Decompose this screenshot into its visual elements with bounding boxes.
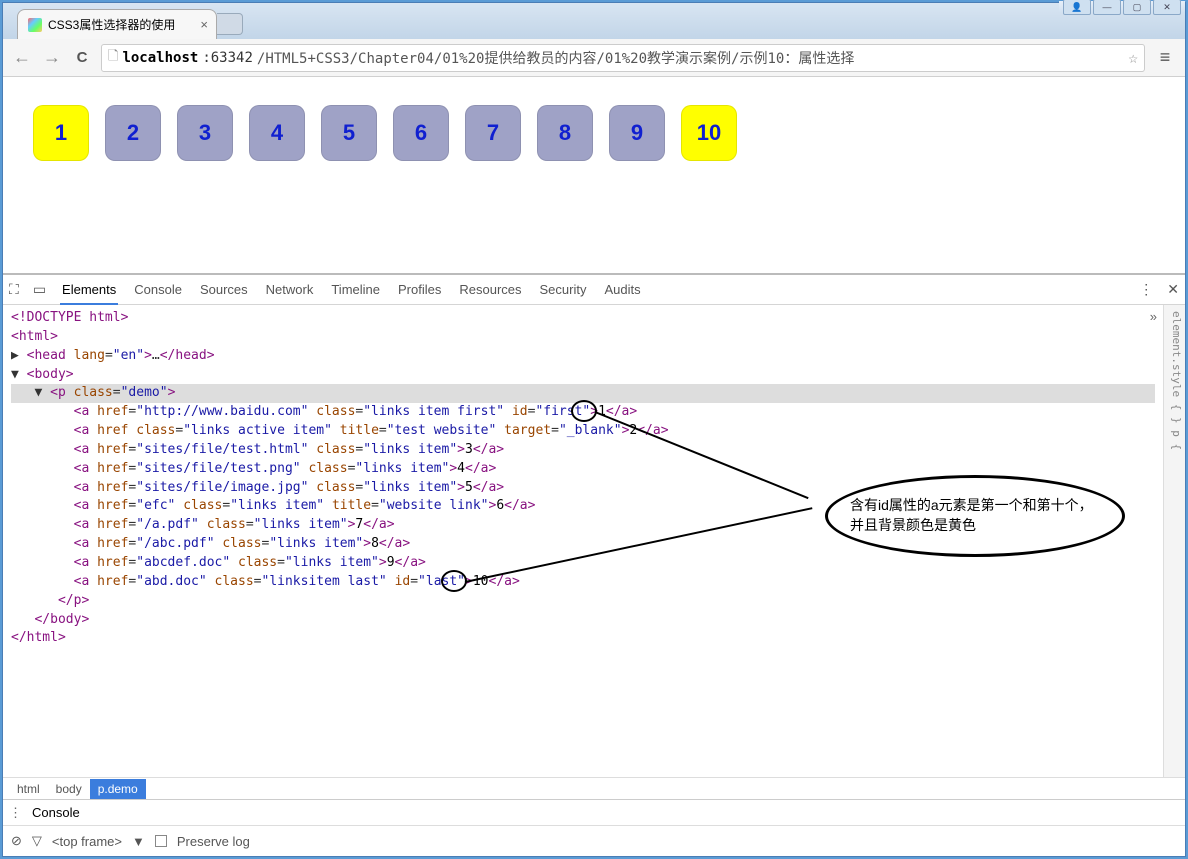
inspect-icon[interactable]: ⛶ bbox=[9, 281, 19, 298]
devtools-more-icon[interactable]: ⋮ bbox=[1139, 281, 1153, 298]
demo-box-3[interactable]: 3 bbox=[177, 105, 233, 161]
circle-mark-1 bbox=[571, 400, 597, 422]
filter-icon[interactable]: ▽ bbox=[32, 833, 42, 849]
menu-button[interactable]: ≡ bbox=[1153, 47, 1177, 68]
preserve-log-checkbox[interactable] bbox=[155, 835, 167, 847]
demo-box-1[interactable]: 1 bbox=[33, 105, 89, 161]
context-selector[interactable]: <top frame> bbox=[52, 834, 122, 849]
preserve-log-label: Preserve log bbox=[177, 834, 250, 849]
forward-button[interactable]: → bbox=[41, 47, 63, 68]
page-viewport: 123456789 10 bbox=[3, 77, 1185, 273]
devtools-tab-elements[interactable]: Elements bbox=[60, 276, 118, 305]
elements-tree[interactable]: <!DOCTYPE html> <html> ▶ <head lang="en"… bbox=[3, 305, 1163, 777]
reload-button[interactable]: C bbox=[71, 49, 93, 66]
demo-box-7[interactable]: 7 bbox=[465, 105, 521, 161]
tab-title: CSS3属性选择器的使用 bbox=[48, 16, 175, 33]
bookmark-star-icon[interactable]: ☆ bbox=[1128, 48, 1138, 67]
console-toolbar: ⊘ ▽ <top frame> ▼ Preserve log bbox=[3, 826, 1185, 856]
breadcrumb-body[interactable]: body bbox=[48, 779, 90, 799]
breadcrumb-bar: htmlbodyp.demo bbox=[3, 777, 1185, 799]
device-icon[interactable]: ▭ bbox=[33, 281, 46, 298]
window-titlebar: 👤 — ▢ ✕ bbox=[1059, 1, 1185, 13]
favicon-icon bbox=[28, 18, 42, 32]
new-tab-button[interactable] bbox=[217, 13, 243, 35]
breadcrumb-p-demo[interactable]: p.demo bbox=[90, 779, 146, 799]
demo-box-2[interactable]: 2 bbox=[105, 105, 161, 161]
devtools-close-icon[interactable]: ✕ bbox=[1167, 281, 1179, 298]
devtools-tab-sources[interactable]: Sources bbox=[198, 276, 250, 303]
address-bar[interactable]: 🗋 localhost:63342/HTML5+CSS3/Chapter04/0… bbox=[101, 44, 1145, 72]
clear-console-icon[interactable]: ⊘ bbox=[11, 833, 22, 849]
console-drawer: ⋮ Console ⊘ ▽ <top frame> ▼ Preserve log bbox=[3, 799, 1185, 856]
tab-strip: CSS3属性选择器的使用 × bbox=[3, 3, 1185, 39]
demo-boxes-row: 123456789 10 bbox=[33, 105, 1155, 161]
context-dropdown-icon[interactable]: ▼ bbox=[132, 834, 145, 849]
devtools-panel: ⛶ ▭ Elements Console Sources Network Timelin… bbox=[3, 273, 1185, 856]
demo-box-9[interactable]: 9 bbox=[609, 105, 665, 161]
demo-box-8[interactable]: 8 bbox=[537, 105, 593, 161]
console-drawer-header: ⋮ Console bbox=[3, 800, 1185, 826]
styles-sidebar-collapsed[interactable]: element.style { } p { bbox=[1163, 305, 1185, 777]
minimize-button[interactable]: — bbox=[1093, 0, 1121, 15]
overflow-chevron-icon[interactable]: » bbox=[1150, 309, 1157, 324]
maximize-button[interactable]: ▢ bbox=[1123, 0, 1151, 15]
devtools-tab-security[interactable]: Security bbox=[538, 276, 589, 303]
console-label[interactable]: Console bbox=[32, 805, 80, 820]
circle-mark-2 bbox=[441, 570, 467, 592]
back-button[interactable]: ← bbox=[11, 47, 33, 68]
toolbar: ← → C 🗋 localhost:63342/HTML5+CSS3/Chapt… bbox=[3, 39, 1185, 77]
browser-window: 👤 — ▢ ✕ CSS3属性选择器的使用 × ← → C 🗋 localhost… bbox=[2, 2, 1186, 857]
browser-tab-active[interactable]: CSS3属性选择器的使用 × bbox=[17, 9, 217, 39]
devtools-tab-network[interactable]: Network bbox=[264, 276, 316, 303]
url-path: /HTML5+CSS3/Chapter04/01%20提供给教员的内容/01%2… bbox=[257, 48, 854, 68]
devtools-tab-profiles[interactable]: Profiles bbox=[396, 276, 443, 303]
demo-box-10[interactable]: 10 bbox=[681, 105, 737, 161]
devtools-tab-timeline[interactable]: Timeline bbox=[329, 276, 382, 303]
devtools-tab-audits[interactable]: Audits bbox=[602, 276, 642, 303]
tab-close-icon[interactable]: × bbox=[200, 17, 208, 32]
devtools-body: <!DOCTYPE html> <html> ▶ <head lang="en"… bbox=[3, 305, 1185, 777]
demo-box-5[interactable]: 5 bbox=[321, 105, 377, 161]
url-host: localhost bbox=[122, 50, 198, 66]
demo-box-6[interactable]: 6 bbox=[393, 105, 449, 161]
user-button[interactable]: 👤 bbox=[1063, 0, 1091, 15]
page-icon: 🗋 bbox=[108, 47, 118, 69]
breadcrumb-html[interactable]: html bbox=[9, 779, 48, 799]
devtools-tab-console[interactable]: Console bbox=[132, 276, 184, 303]
console-kebab-icon[interactable]: ⋮ bbox=[9, 805, 22, 821]
url-port: :63342 bbox=[202, 50, 253, 66]
devtools-tab-resources[interactable]: Resources bbox=[457, 276, 523, 303]
demo-box-4[interactable]: 4 bbox=[249, 105, 305, 161]
devtools-tabbar: ⛶ ▭ Elements Console Sources Network Timelin… bbox=[3, 275, 1185, 305]
close-button[interactable]: ✕ bbox=[1153, 0, 1181, 15]
